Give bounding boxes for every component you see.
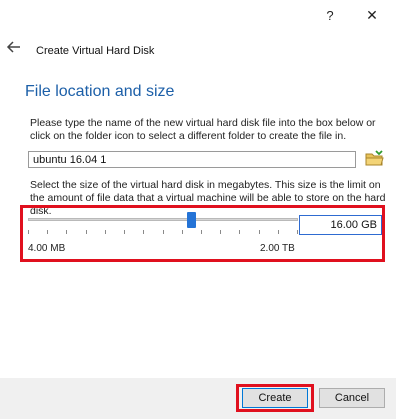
max-size-label: 2.00 TB [260, 243, 295, 254]
slider-tick [182, 230, 183, 234]
slider-tick [220, 230, 221, 234]
close-button[interactable]: ✕ [355, 3, 389, 27]
slider-tick [278, 230, 279, 234]
slider-tick [259, 230, 260, 234]
folder-icon[interactable] [365, 149, 385, 169]
section-title: File location and size [25, 83, 175, 100]
min-size-label: 4.00 MB [28, 243, 66, 254]
file-location-input[interactable] [28, 151, 356, 168]
dialog-title: Create Virtual Hard Disk [36, 45, 155, 57]
size-slider[interactable] [28, 212, 298, 238]
slider-tick [86, 230, 87, 234]
size-input[interactable] [299, 215, 382, 235]
slider-tick [124, 230, 125, 234]
help-button[interactable]: ? [315, 4, 345, 26]
slider-tick [163, 230, 164, 234]
slider-tick [105, 230, 106, 234]
slider-tick [297, 230, 298, 234]
cancel-button[interactable]: Cancel [319, 388, 385, 408]
slider-tick [66, 230, 67, 234]
slider-tick [201, 230, 202, 234]
slider-tick [47, 230, 48, 234]
create-button[interactable]: Create [242, 388, 308, 408]
slider-track [28, 218, 298, 221]
location-instructions: Please type the name of the new virtual … [30, 117, 376, 142]
slider-tick [28, 230, 29, 234]
slider-tick [239, 230, 240, 234]
slider-tick [143, 230, 144, 234]
slider-thumb[interactable] [187, 212, 196, 228]
back-arrow-icon[interactable] [6, 40, 26, 58]
